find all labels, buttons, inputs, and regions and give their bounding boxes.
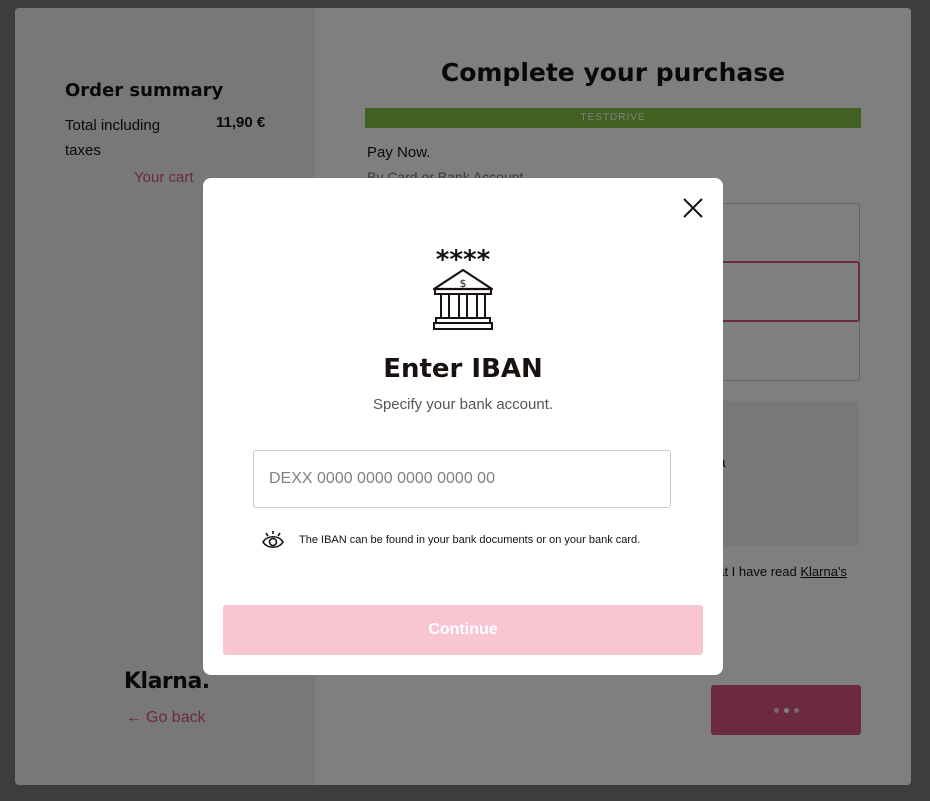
modal-subtitle: Specify your bank account.: [372, 396, 554, 413]
iban-modal: **** $ Enter IBAN Specify your bank acco…: [203, 178, 723, 675]
close-icon: [683, 198, 703, 218]
modal-backdrop[interactable]: **** $ Enter IBAN Specify your bank acco…: [0, 0, 930, 801]
iban-hint-text: The IBAN can be found in your bank docum…: [299, 534, 641, 546]
iban-input[interactable]: [253, 450, 671, 508]
bank-icon: **** $: [432, 246, 494, 330]
close-button[interactable]: [681, 196, 705, 220]
modal-title: Enter IBAN: [383, 354, 543, 384]
eye-icon: [262, 531, 284, 549]
continue-button[interactable]: Continue: [223, 605, 703, 655]
